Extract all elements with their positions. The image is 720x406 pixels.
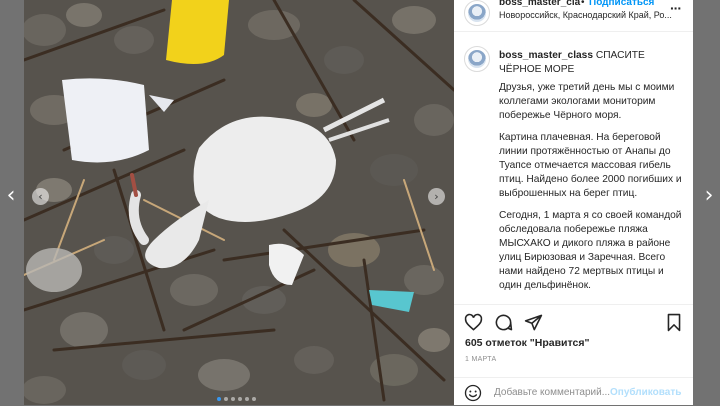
bookmark-icon[interactable] xyxy=(666,313,682,332)
carousel-dot xyxy=(217,397,221,401)
carousel-dot xyxy=(238,397,242,401)
caption-paragraph: Друзья, уже третий день мы с моими колле… xyxy=(499,82,675,121)
carousel-dots xyxy=(217,397,256,401)
caption-username[interactable]: boss_master_class xyxy=(499,50,593,61)
post-side-panel: boss_master_cla • Подписаться Новороссий… xyxy=(454,0,693,405)
photo-prev-chevron-left-icon[interactable]: ‹ xyxy=(32,188,49,205)
previous-post-chevron-left-icon[interactable]: ‹ xyxy=(4,185,18,207)
separator-dot: • xyxy=(581,0,585,8)
caption-avatar[interactable] xyxy=(464,46,490,72)
modal-backdrop: ‹ › ‹ › boss_master_cla • Подписаться Но… xyxy=(0,0,720,405)
likes-count[interactable]: 605 отметок "Нравится" xyxy=(465,337,589,349)
follow-button[interactable]: Подписаться xyxy=(589,0,654,8)
share-icon[interactable] xyxy=(524,313,543,332)
caption-title-line: boss_master_class СПАСИТЕ ЧЁРНОЕ МОРЕ xyxy=(499,49,689,77)
more-icon[interactable]: ··· xyxy=(670,0,682,16)
carousel-dot xyxy=(231,397,235,401)
comment-row: Опубликовать xyxy=(454,377,693,406)
post-date[interactable]: 1 МАРТА xyxy=(465,356,497,363)
location-link[interactable]: Новороссийск, Краснодарский Край, Ро... xyxy=(499,10,679,20)
post-header: boss_master_cla • Подписаться Новороссий… xyxy=(454,0,693,32)
avatar[interactable] xyxy=(464,0,490,26)
caption-text: boss_master_class СПАСИТЕ ЧЁРНОЕ МОРЕ Др… xyxy=(499,49,689,293)
carousel-dot xyxy=(224,397,228,401)
heart-icon[interactable] xyxy=(464,313,483,332)
publish-button[interactable]: Опубликовать xyxy=(610,387,681,398)
emoji-icon[interactable] xyxy=(464,384,482,402)
carousel-dot xyxy=(252,397,256,401)
carousel-dot xyxy=(245,397,249,401)
post-actions: 605 отметок "Нравится" 1 МАРТА Опубликов… xyxy=(454,304,693,405)
caption: boss_master_class СПАСИТЕ ЧЁРНОЕ МОРЕ Др… xyxy=(454,32,693,304)
comment-icon[interactable] xyxy=(494,313,513,332)
photo-next-chevron-right-icon[interactable]: › xyxy=(428,188,445,205)
next-post-chevron-right-icon[interactable]: › xyxy=(702,185,716,207)
post-photo: ‹ › xyxy=(24,0,454,405)
caption-paragraph: Картина плачевная. На береговой линии пр… xyxy=(499,132,682,199)
caption-paragraph: Сегодня, 1 марта я со своей командой обс… xyxy=(499,210,682,291)
beach-photo-illustration xyxy=(24,0,454,405)
